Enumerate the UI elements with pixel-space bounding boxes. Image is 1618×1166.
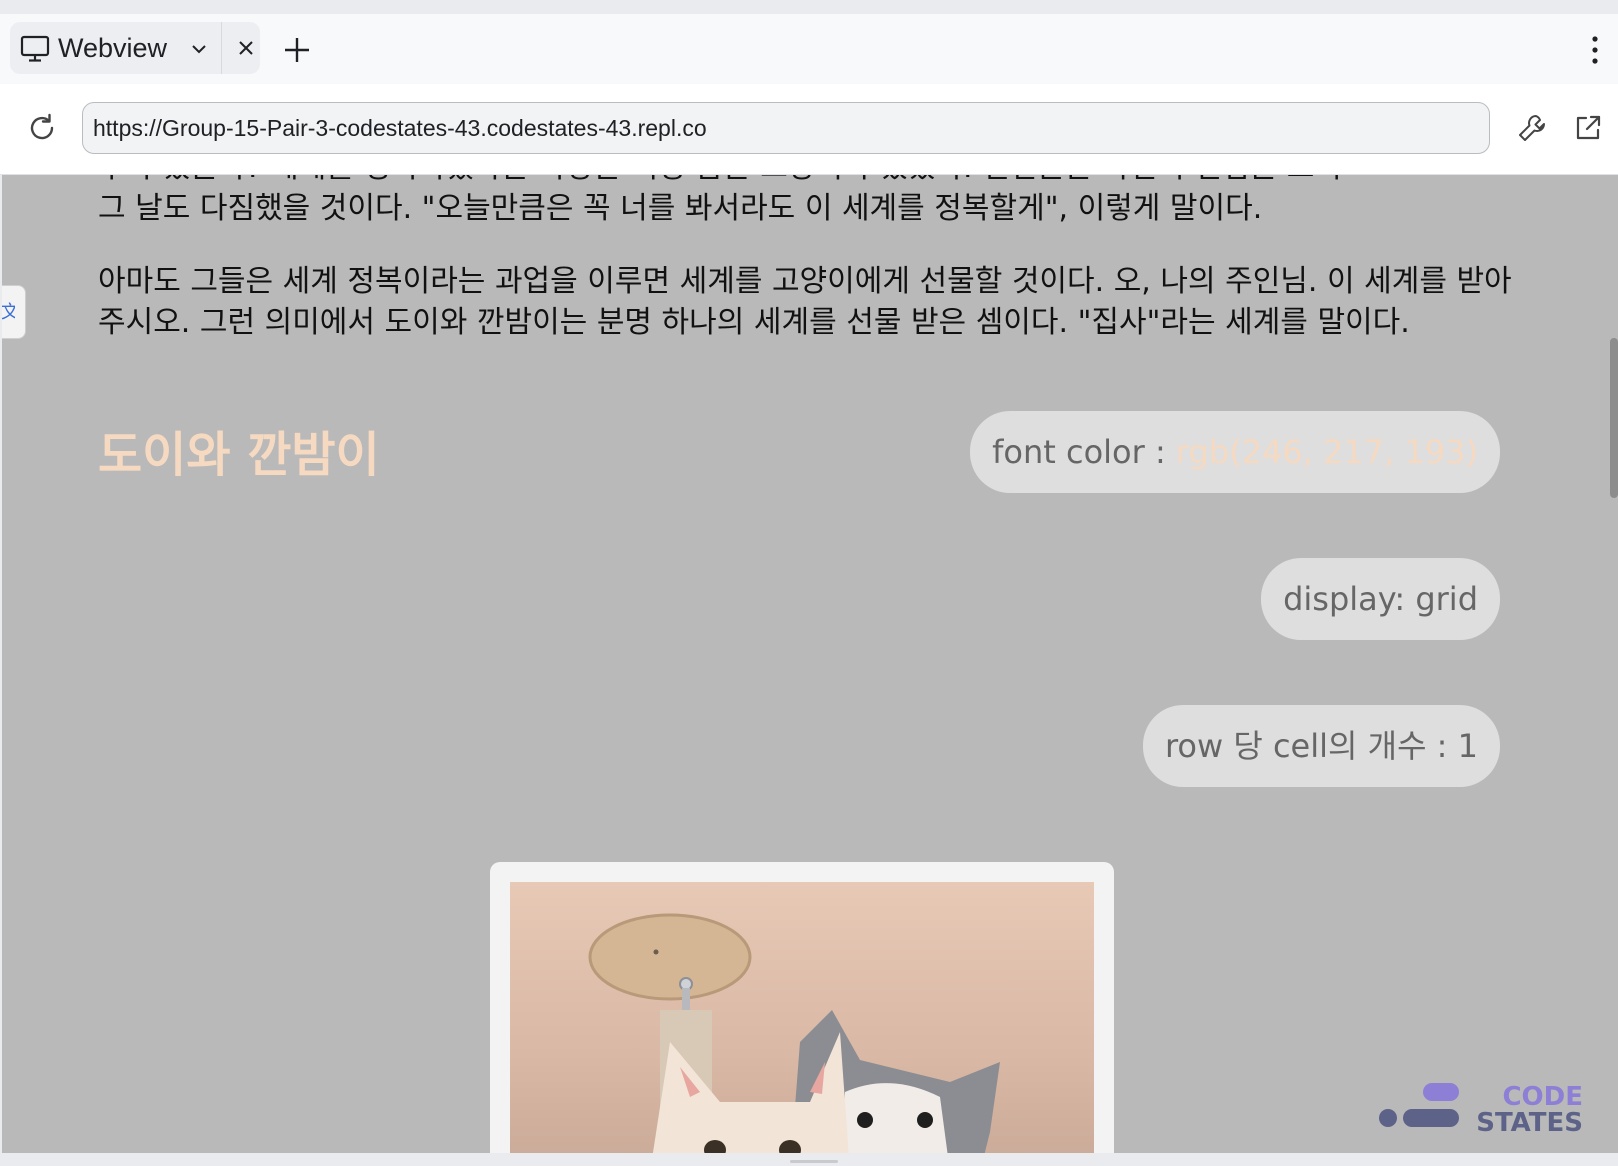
font-color-label: font color : bbox=[992, 433, 1176, 471]
webview-content[interactable]: 누가 있을까? 세계를 정복하겠다는 야망은 식빵 굽는 고양이가 있었다. 일… bbox=[2, 175, 1618, 1153]
page-heading: 도이와 깐밤이 bbox=[98, 427, 380, 483]
close-icon[interactable] bbox=[236, 38, 256, 58]
translate-handle[interactable]: 文 bbox=[2, 285, 26, 339]
bottom-bar bbox=[0, 1153, 1618, 1166]
logo-mark-top bbox=[1423, 1083, 1459, 1101]
logo-mark-dot bbox=[1379, 1109, 1397, 1127]
translate-icon: 文 bbox=[2, 302, 15, 323]
open-external-icon[interactable] bbox=[1572, 112, 1604, 144]
tab-title: Webview bbox=[58, 33, 168, 63]
cats-illustration bbox=[588, 913, 1000, 1153]
tab-webview[interactable]: Webview bbox=[10, 22, 260, 74]
url-input[interactable]: https://Group-15-Pair-3-codestates-43.co… bbox=[82, 102, 1490, 154]
paragraph-2: 아마도 그들은 세계 정복이라는 과업을 이루면 세계를 고양이에게 선물할 것… bbox=[98, 264, 1512, 340]
monitor-icon bbox=[20, 35, 50, 62]
tab-bar: Webview bbox=[0, 14, 1618, 84]
resize-grabber[interactable] bbox=[790, 1160, 838, 1163]
wrench-icon[interactable] bbox=[1516, 112, 1548, 144]
svg-text:文: 文 bbox=[2, 302, 15, 323]
scrollbar-thumb[interactable] bbox=[1610, 338, 1618, 498]
logo-text-states: STATES bbox=[1476, 1108, 1583, 1135]
logo-mark-bar bbox=[1403, 1109, 1459, 1127]
font-color-pill: font color : rgb(246, 217, 193) bbox=[970, 411, 1500, 493]
reload-icon[interactable] bbox=[26, 112, 58, 144]
cells-per-row-pill: row 당 cell의 개수 : 1 bbox=[1142, 705, 1500, 787]
codestates-logo: CODE STATES bbox=[1379, 1083, 1583, 1135]
chevron-down-icon[interactable] bbox=[190, 40, 208, 58]
more-vert-icon[interactable] bbox=[1588, 34, 1602, 66]
paragraph-partial-line1: 누가 있을까? 세계를 정복하겠다는 야망은 식빵 굽는 고양이가 있었다. 일… bbox=[98, 175, 1342, 185]
address-bar-row: https://Group-15-Pair-3-codestates-43.co… bbox=[0, 84, 1618, 175]
display-pill: display: grid bbox=[1261, 558, 1500, 640]
photo-card bbox=[490, 862, 1114, 1153]
tab-divider bbox=[221, 22, 222, 74]
font-color-value: rgb(246, 217, 193) bbox=[1175, 433, 1478, 471]
paragraph-partial: 누가 있을까? 세계를 정복하겠다는 야망은 식빵 굽는 고양이가 있었다. 일… bbox=[98, 175, 1518, 229]
plus-icon[interactable] bbox=[283, 36, 311, 64]
cats-photo bbox=[510, 882, 1094, 1153]
paragraph-partial-line2: 그 날도 다짐했을 것이다. "오늘만큼은 꼭 너를 봐서라도 이 세계를 정복… bbox=[98, 191, 1263, 226]
